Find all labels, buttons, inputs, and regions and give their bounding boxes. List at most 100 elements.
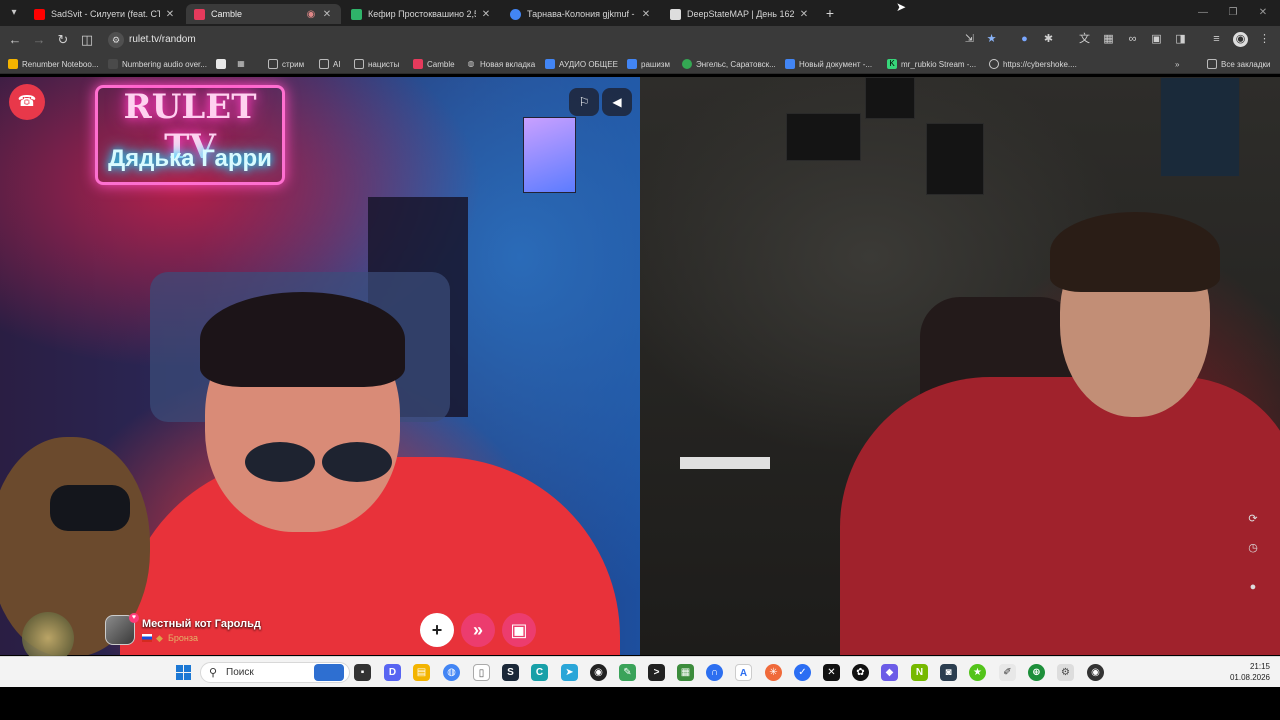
close-icon[interactable]: ✕	[640, 9, 652, 20]
system-clock[interactable]: 21:15 01.08.2026	[1210, 661, 1270, 683]
bookmark-star-icon[interactable]: ★	[984, 32, 999, 47]
window-close-icon[interactable]: ✕	[1254, 5, 1272, 21]
tab-sadsvit[interactable]: SadSvit - Силуети (feat. СТРУКТУРА ЩАСТЯ…	[26, 4, 184, 24]
close-icon[interactable]: ✕	[321, 9, 333, 20]
task-view-icon[interactable]: ▪	[354, 664, 371, 681]
steam-icon[interactable]: S	[502, 664, 519, 681]
tab-camble[interactable]: Camble ◉ ✕	[186, 4, 341, 24]
hang-up-button[interactable]: ☎	[9, 84, 45, 120]
add-friend-button[interactable]: +	[420, 613, 454, 647]
site-info-icon[interactable]: ⚙	[108, 32, 124, 48]
search-placeholder: Поиск	[226, 667, 254, 678]
next-button[interactable]: »	[461, 613, 495, 647]
bookmark-camble[interactable]: Camble	[413, 57, 455, 71]
extensions-icon[interactable]: ✱	[1041, 32, 1056, 47]
tab-deepstate[interactable]: DeepStateMAP | День 1620 | М ✕	[662, 4, 818, 24]
translate-icon[interactable]: 文	[1077, 32, 1092, 47]
extension-vpn-icon[interactable]: ●	[1017, 32, 1032, 47]
game-icon[interactable]: ▦	[677, 664, 694, 681]
globe-app-icon[interactable]: ⊕	[1028, 664, 1045, 681]
app-diamond-icon[interactable]: ◆	[881, 664, 898, 681]
app-green-icon[interactable]: ★	[969, 664, 986, 681]
bookmark-folder-ai[interactable]: AI	[319, 57, 341, 71]
install-app-icon[interactable]: ⇲	[962, 32, 977, 47]
sidebar-icon[interactable]: ◫	[79, 32, 95, 48]
bookmark-folder-stream[interactable]: стрим	[268, 57, 304, 71]
microphone-icon[interactable]: ●	[1246, 580, 1260, 594]
grid-extension-icon[interactable]: ▦	[1101, 32, 1116, 47]
close-icon[interactable]: ✕	[480, 9, 492, 20]
close-icon[interactable]: ✕	[164, 9, 176, 20]
apps-shortcut[interactable]: ▦	[236, 57, 250, 71]
download-icon[interactable]: ✓	[794, 664, 811, 681]
tab-kefir[interactable]: Кефир Простоквашино 2,5%, ✕	[343, 4, 500, 24]
tab-tarnava[interactable]: Тарнава-Колония gjkmuf - Пои ✕	[502, 4, 660, 24]
reload-icon[interactable]: ↻	[55, 32, 71, 48]
nvidia-icon[interactable]: N	[911, 664, 928, 681]
screen: ▾ SadSvit - Силуети (feat. СТРУКТУРА ЩАС…	[0, 0, 1280, 720]
bookmark-engels[interactable]: Энгельс, Саратовск...	[682, 57, 776, 71]
menu-icon[interactable]: ⋮	[1257, 32, 1272, 47]
volume-button[interactable]: ◀	[602, 88, 632, 116]
docs-icon	[545, 59, 555, 69]
restore-icon[interactable]: ❐	[1224, 5, 1242, 21]
telegram-icon[interactable]: ➤	[561, 664, 578, 681]
docs-icon	[627, 59, 637, 69]
bookmark-cybershoke[interactable]: https://cybershoke....	[989, 57, 1077, 71]
explorer-icon[interactable]: ▤	[413, 664, 430, 681]
timer-icon[interactable]: ◷	[1246, 541, 1260, 555]
app-camera-icon[interactable]: ◙	[940, 664, 957, 681]
bookmark-label: нацисты	[368, 59, 400, 69]
omnibox[interactable]: ⚙ rulet.tv/random	[104, 29, 1204, 51]
back-icon[interactable]: ←	[7, 32, 23, 48]
paint-icon[interactable]: ✐	[999, 664, 1016, 681]
partner-info[interactable]: ♥ Местный кот Гарольд ◆ Бронза	[105, 613, 365, 649]
terminal-icon[interactable]: >	[648, 664, 665, 681]
close-icon[interactable]: ✕	[798, 9, 810, 20]
side-panel-icon[interactable]: ◨	[1173, 32, 1188, 47]
media-control-icon[interactable]: ≡	[1209, 32, 1224, 47]
obs-icon[interactable]: ◉	[590, 664, 607, 681]
app-a-icon[interactable]: A	[735, 664, 752, 681]
wall-picture	[865, 77, 915, 119]
discord-icon[interactable]: D	[384, 664, 401, 681]
chatgpt-icon[interactable]: ✿	[852, 664, 869, 681]
screenshot-icon[interactable]: ▣	[1149, 32, 1164, 47]
bookmark-folder-nazis[interactable]: нацисты	[354, 57, 399, 71]
bookmark-kick-stream[interactable]: K mr_rubkio Stream -...	[887, 57, 976, 71]
app-notify-icon[interactable]: ◉	[1087, 664, 1104, 681]
bookmark-renumber[interactable]: Renumber Noteboo...	[8, 57, 99, 71]
forward-icon[interactable]: →	[31, 32, 47, 48]
app-c-icon[interactable]: C	[531, 664, 548, 681]
arc-icon[interactable]: ∩	[706, 664, 723, 681]
new-tab-button[interactable]: +	[822, 5, 838, 21]
speaker-icon: ◀	[612, 95, 622, 109]
widget-app-icon[interactable]	[314, 664, 344, 681]
sunglasses-right	[322, 442, 392, 482]
report-button[interactable]: ⚐	[569, 88, 599, 116]
tab-search-icon[interactable]: ▾	[6, 5, 22, 21]
bookmark-audio[interactable]: АУДИО ОБЩЕЕ	[545, 57, 618, 71]
bookmark-numbering[interactable]: Numbering audio over...	[108, 57, 207, 71]
bookmarks-overflow-icon[interactable]: »	[1175, 57, 1179, 71]
bookmark-blank[interactable]	[216, 57, 230, 71]
settings-icon[interactable]: ⚙	[1057, 664, 1074, 681]
chrome-icon[interactable]: ◍	[443, 664, 460, 681]
bookmark-new-doc[interactable]: Новый документ -...	[785, 57, 872, 71]
tab-title: DeepStateMAP | День 1620 | М	[687, 9, 794, 19]
tool-icon[interactable]: ✎	[619, 664, 636, 681]
notepad-icon[interactable]: ▯	[473, 664, 490, 681]
bookmark-rashizm[interactable]: рашизм	[627, 57, 670, 71]
profile-avatar-icon[interactable]: ◉	[1233, 32, 1248, 47]
app-x-icon[interactable]: ✕	[823, 664, 840, 681]
gift-button[interactable]: ▣	[502, 613, 536, 647]
start-button[interactable]	[176, 665, 191, 680]
switch-camera-icon[interactable]: ⟳	[1246, 512, 1260, 526]
claude-icon[interactable]: ✳	[765, 664, 782, 681]
bookmark-new-tab[interactable]: ◍ Новая вкладка	[466, 57, 536, 71]
search-icon: ⚲	[209, 667, 218, 679]
all-bookmarks[interactable]: Все закладки	[1207, 57, 1270, 71]
link-icon[interactable]: ∞	[1125, 32, 1140, 47]
url-text[interactable]: rulet.tv/random	[129, 34, 196, 45]
minimize-icon[interactable]: —	[1194, 5, 1212, 21]
